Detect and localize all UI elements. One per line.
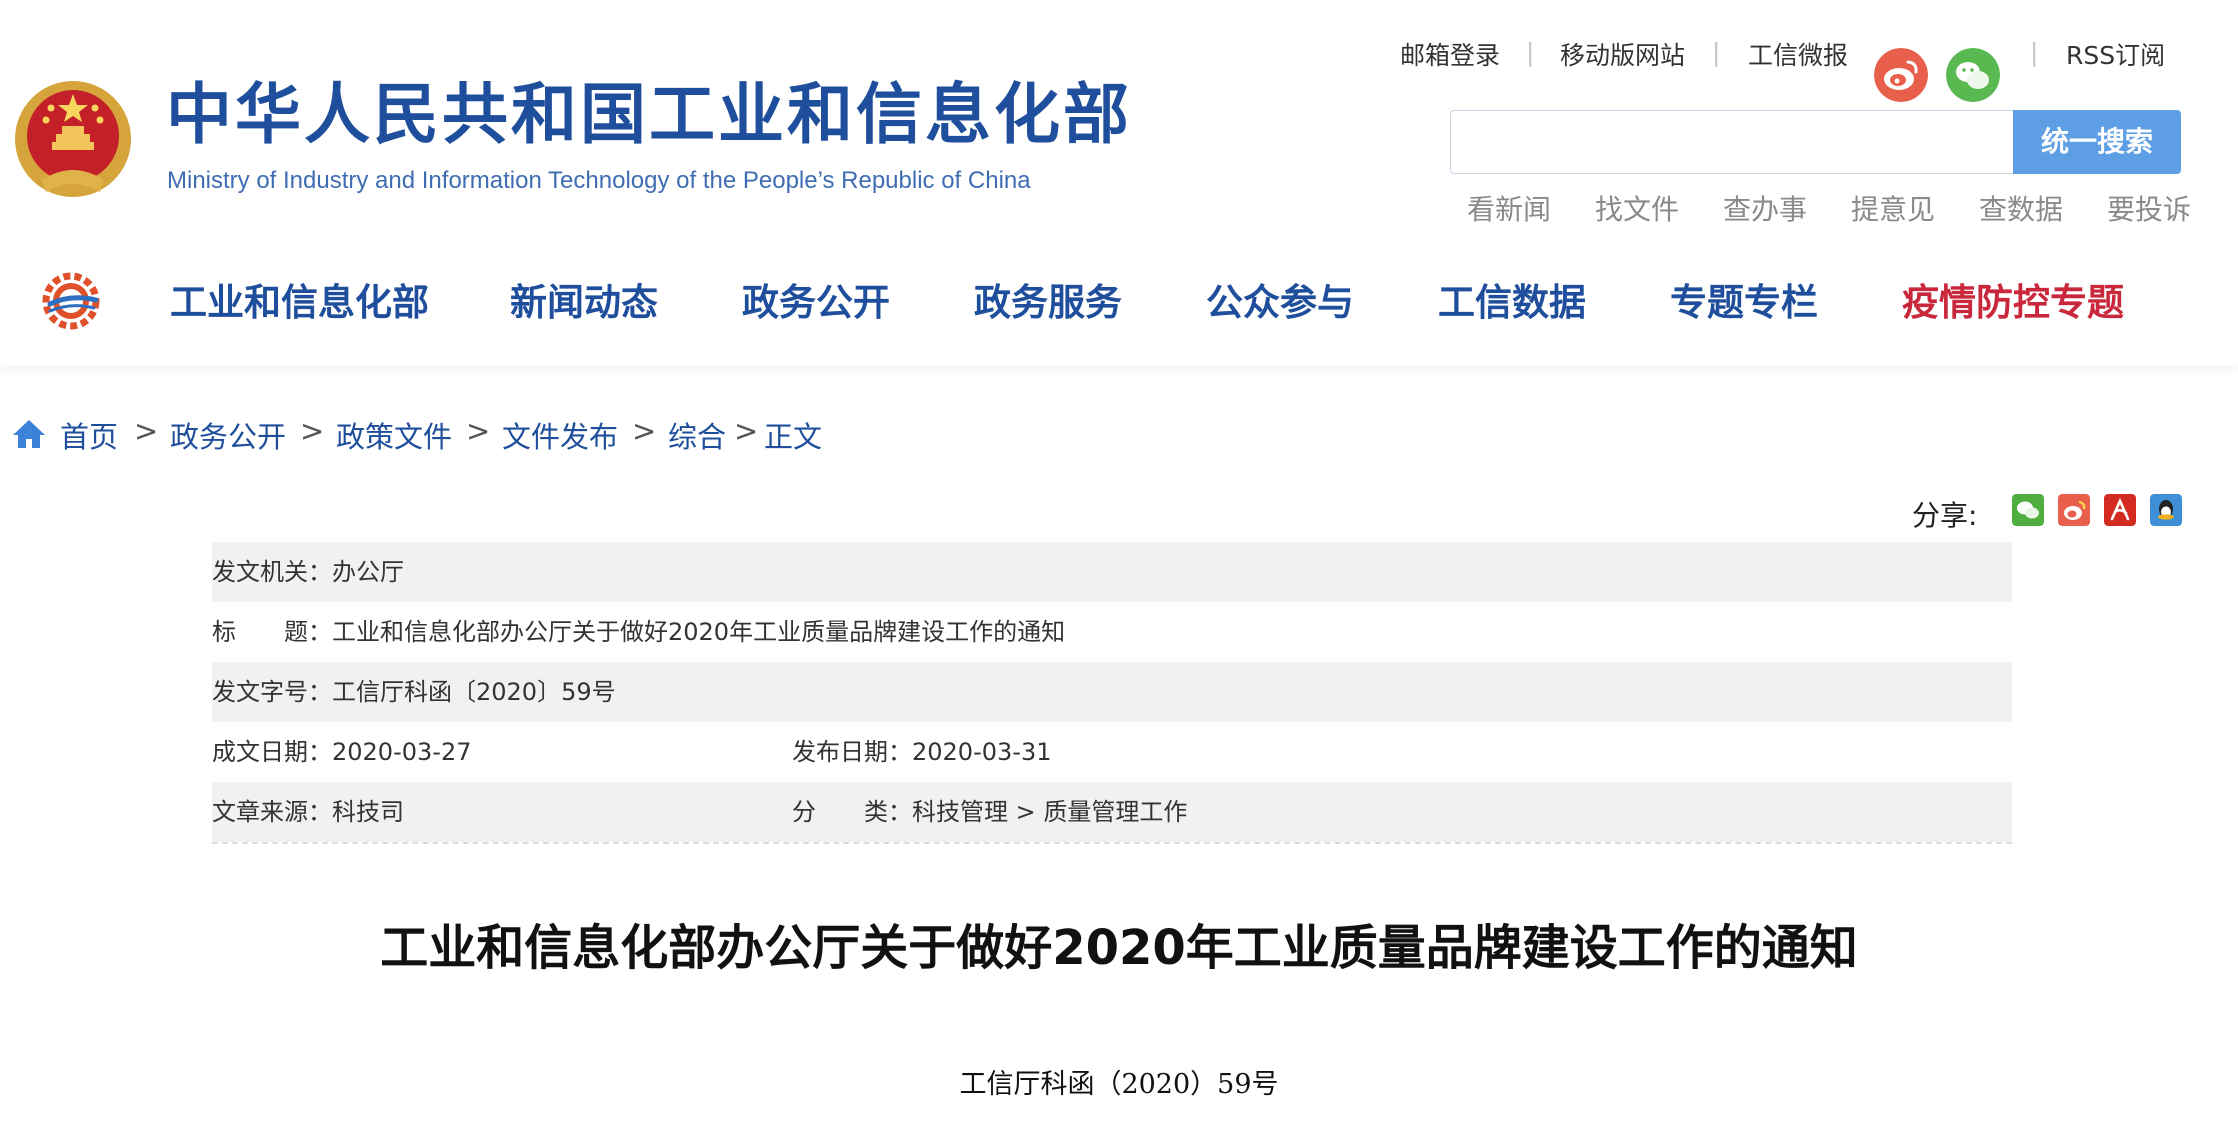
weibo-share-icon[interactable] [2058,494,2090,526]
publish-date-label: 发布日期： [792,738,912,766]
rss-link[interactable]: RSS订阅 [2066,36,2165,72]
breadcrumb-separator: > [466,414,491,448]
quick-link-feedback[interactable]: 提意见 [1851,188,1935,228]
nav-special-topics[interactable]: 专题专栏 [1670,272,1818,326]
wechat-share-icon[interactable] [2012,494,2044,526]
weibao-link[interactable]: 工信微报 [1748,36,1848,72]
breadcrumb-document-release[interactable]: 文件发布 [502,414,618,456]
written-date-value: 2020-03-27 [332,738,472,766]
weibo-icon[interactable] [1874,48,1928,102]
doc-number-label: 发文字号： [212,678,332,706]
divider: | [1526,38,1535,67]
mobile-site-link[interactable]: 移动版网站 [1560,36,1685,72]
breadcrumb-separator: > [300,414,325,448]
nav-data[interactable]: 工信数据 [1438,272,1586,326]
meta-row-source: 文章来源：科技司 分 类：科技管理 > 质量管理工作 [212,782,2012,842]
qq-share-icon[interactable] [2150,494,2182,526]
breadcrumb-separator: > [734,414,759,448]
article-doc-number: 工信厅科函（2020）59号 [959,1069,1279,1100]
pdf-icon[interactable] [2104,494,2136,526]
written-date-label: 成文日期： [212,738,332,766]
share-label: 分享: [1912,499,1978,532]
mail-login-link[interactable]: 邮箱登录 [1400,36,1500,72]
national-emblem-icon [15,81,131,197]
nav-public-participation[interactable]: 公众参与 [1206,272,1354,326]
quick-link-complaints[interactable]: 要投诉 [2107,188,2191,228]
breadcrumb-current: 正文 [764,420,823,454]
breadcrumb-separator: > [134,414,159,448]
nav-government-affairs[interactable]: 政务公开 [742,272,890,326]
nav-government-services[interactable]: 政务服务 [974,272,1122,326]
category-label: 分 类： [792,798,912,826]
meta-row-title: 标 题：工业和信息化部办公厅关于做好2020年工业质量品牌建设工作的通知 [212,602,2012,662]
breadcrumb-government-affairs[interactable]: 政务公开 [170,414,286,456]
source-label: 文章来源： [212,798,332,826]
divider: | [1712,38,1721,67]
title-label: 标 题： [212,618,332,646]
meta-row-dates: 成文日期：2020-03-27 发布日期：2020-03-31 [212,722,2012,782]
breadcrumb-separator: > [632,414,657,448]
quick-link-services[interactable]: 查办事 [1723,188,1807,228]
title-value: 工业和信息化部办公厅关于做好2020年工业质量品牌建设工作的通知 [332,618,1066,646]
quick-link-news[interactable]: 看新闻 [1467,188,1551,228]
divider: | [2030,38,2039,67]
search-button[interactable]: 统一搜索 [2013,110,2181,174]
issuer-value: 办公厅 [332,558,404,586]
wechat-icon[interactable] [1946,48,2000,102]
breadcrumb-home[interactable]: 首页 [60,414,118,456]
document-metadata: 发文机关：办公厅 标 题：工业和信息化部办公厅关于做好2020年工业质量品牌建设… [212,542,2012,844]
quick-link-data[interactable]: 查数据 [1979,188,2063,228]
site-title: 中华人民共和国工业和信息化部 [166,76,1132,153]
search-input[interactable] [1450,110,2015,174]
breadcrumb-policy-documents[interactable]: 政策文件 [336,414,452,456]
doc-number-value: 工信厅科函〔2020〕59号 [332,678,616,706]
category-value[interactable]: 科技管理 > 质量管理工作 [912,798,1187,826]
nav-ministry[interactable]: 工业和信息化部 [170,272,429,326]
meta-row-issuer: 发文机关：办公厅 [212,542,2012,602]
publish-date-value: 2020-03-31 [912,738,1052,766]
source-value: 科技司 [332,798,404,826]
top-links: 邮箱登录 | 移动版网站 | 工信微报 | RSS订阅 [1390,30,2210,102]
article-title: 工业和信息化部办公厅关于做好2020年工业质量品牌建设工作的通知 [380,920,1858,976]
breadcrumb-general[interactable]: 综合 [668,414,726,456]
quick-link-documents[interactable]: 找文件 [1595,188,1679,228]
ministry-logo-icon[interactable] [40,270,102,332]
meta-row-doc-number: 发文字号：工信厅科函〔2020〕59号 [212,662,2012,722]
issuer-label: 发文机关： [212,558,332,586]
site-header: 中华人民共和国工业和信息化部 Ministry of Industry and … [0,0,2238,365]
nav-news[interactable]: 新闻动态 [510,272,658,326]
home-icon[interactable] [12,418,46,450]
nav-epidemic-topic[interactable]: 疫情防控专题 [1902,272,2124,326]
site-subtitle: Ministry of Industry and Information Tec… [167,167,1031,194]
